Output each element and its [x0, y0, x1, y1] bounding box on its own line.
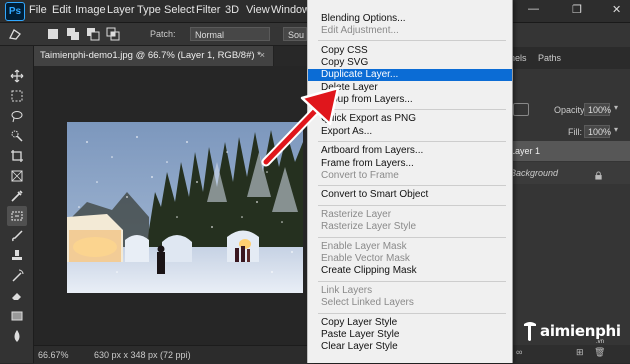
menu-item-group-from-layers[interactable]: Group from Layers... — [308, 94, 512, 106]
lock-icon — [594, 167, 603, 185]
patch-tool-active-icon[interactable] — [7, 206, 27, 226]
layer-row-layer1[interactable]: Layer 1 — [508, 141, 630, 161]
menu-item-blending-options[interactable]: Blending Options... — [308, 13, 512, 25]
eraser-tool-icon[interactable] — [7, 286, 27, 306]
menu-item-frame-from-layers[interactable]: Frame from Layers... — [308, 158, 512, 170]
menu-separator — [318, 236, 506, 238]
layer-name: Background — [510, 168, 559, 178]
fill-label: Fill: — [568, 127, 582, 137]
eyedropper-tool-icon[interactable] — [7, 186, 27, 206]
add-selection-icon[interactable] — [66, 27, 80, 41]
delete-layer-icon[interactable]: 🗑 — [594, 347, 605, 358]
marquee-tool-icon[interactable] — [7, 86, 27, 106]
layers-panel: nels Paths Opacity: 100% ▾ Fill: 100% ▾ … — [508, 23, 630, 363]
layer-context-menu: Blending Options... Edit Adjustment... Cop… — [307, 0, 513, 363]
menu-filter[interactable]: Filter — [196, 4, 220, 16]
menu-3d[interactable]: 3D — [225, 4, 239, 16]
close-window-button[interactable]: ✕ — [612, 3, 621, 16]
crop-tool-icon[interactable] — [7, 146, 27, 166]
gradient-tool-icon[interactable] — [7, 306, 27, 326]
panel-tab-strip: nels Paths — [508, 47, 630, 69]
menu-separator — [318, 204, 506, 206]
menu-separator — [318, 40, 506, 42]
menu-item-rasterize-layer[interactable]: Rasterize Layer — [308, 209, 512, 221]
menu-item-link-layers[interactable]: Link Layers — [308, 285, 512, 297]
opacity-label: Opacity: — [554, 105, 588, 115]
menu-separator — [318, 312, 506, 314]
tools-panel — [0, 46, 34, 363]
menu-item-copy-svg[interactable]: Copy SVG — [308, 57, 512, 69]
patch-mode-select[interactable]: Normal — [190, 27, 270, 41]
frame-tool-icon[interactable] — [7, 166, 27, 186]
lasso-tool-icon[interactable] — [7, 106, 27, 126]
menu-separator — [318, 140, 506, 142]
menu-item-convert-to-frame[interactable]: Convert to Frame — [308, 170, 512, 182]
menu-file[interactable]: File — [29, 4, 47, 16]
document-tab[interactable]: Taimienphi-demo1.jpg @ 66.7% (Layer 1, R… — [34, 46, 274, 66]
status-bar: 66.67% 630 px x 348 px (72 ppi) — [34, 345, 314, 364]
menu-layer[interactable]: Layer — [107, 4, 135, 16]
clone-stamp-tool-icon[interactable] — [7, 246, 27, 266]
menu-view[interactable]: View — [246, 4, 270, 16]
menu-item-edit-adjustment[interactable]: Edit Adjustment... — [308, 25, 512, 37]
document-title: Taimienphi-demo1.jpg @ 66.7% (Layer 1, R… — [40, 50, 261, 61]
subtract-selection-icon[interactable] — [86, 27, 100, 41]
taimienphi-watermark: aimienphi .vn — [520, 318, 630, 346]
close-document-button[interactable]: × — [259, 46, 265, 66]
new-layer-icon[interactable]: ⊞ — [576, 347, 584, 358]
menu-item-enable-vector-mask[interactable]: Enable Vector Mask — [308, 253, 512, 265]
menu-separator — [318, 108, 506, 110]
new-selection-icon[interactable] — [46, 27, 60, 41]
watermark-text: aimienphi — [540, 322, 621, 340]
photoshop-logo: Ps — [5, 2, 25, 21]
menu-item-duplicate-layer[interactable]: Duplicate Layer... — [308, 69, 512, 82]
fill-dropdown-icon[interactable]: ▾ — [614, 125, 618, 134]
menu-item-paste-layer-style[interactable]: Paste Layer Style — [308, 329, 512, 341]
menu-separator — [318, 184, 506, 186]
layer-name: Layer 1 — [510, 146, 541, 156]
menu-image[interactable]: Image — [75, 4, 106, 16]
snow-village-photo[interactable] — [67, 122, 303, 293]
restore-button[interactable]: ❐ — [572, 3, 582, 16]
menu-item-select-linked-layers[interactable]: Select Linked Layers — [308, 297, 512, 309]
menu-item-export-as[interactable]: Export As... — [308, 126, 512, 138]
layer-filter-icon[interactable] — [513, 103, 529, 116]
tab-paths[interactable]: Paths — [538, 53, 561, 63]
quick-selection-tool-icon[interactable] — [7, 126, 27, 146]
history-brush-tool-icon[interactable] — [7, 266, 27, 286]
minimize-button[interactable]: — — [528, 3, 539, 15]
opacity-field[interactable]: 100% — [584, 103, 611, 116]
move-tool-icon[interactable] — [7, 66, 27, 86]
link-layers-icon[interactable]: ∞ — [516, 347, 522, 357]
menu-item-create-clipping-mask[interactable]: Create Clipping Mask — [308, 265, 512, 277]
menu-select[interactable]: Select — [164, 4, 195, 16]
menu-type[interactable]: Type — [137, 4, 161, 16]
menu-item-clear-layer-style[interactable]: Clear Layer Style — [308, 341, 512, 353]
menu-item-artboard-from-layers[interactable]: Artboard from Layers... — [308, 145, 512, 157]
menu-item-delete-layer[interactable]: Delete Layer — [308, 82, 512, 94]
zoom-level[interactable]: 66.67% — [38, 350, 69, 360]
menu-item-enable-layer-mask[interactable]: Enable Layer Mask — [308, 241, 512, 253]
blur-tool-icon[interactable] — [7, 326, 27, 346]
menu-item-convert-to-smart-object[interactable]: Convert to Smart Object — [308, 189, 512, 201]
patch-label: Patch: — [150, 29, 176, 39]
patch-tool-icon[interactable] — [8, 27, 22, 41]
opacity-dropdown-icon[interactable]: ▾ — [614, 103, 618, 112]
menu-window[interactable]: Window — [271, 4, 310, 16]
menu-separator — [318, 280, 506, 282]
brush-tool-icon[interactable] — [7, 226, 27, 246]
intersect-selection-icon[interactable] — [106, 27, 120, 41]
menu-item-copy-css[interactable]: Copy CSS — [308, 45, 512, 57]
watermark-domain: .vn — [596, 339, 605, 345]
fill-field[interactable]: 100% — [584, 125, 611, 138]
menu-item-quick-export-as-png[interactable]: Quick Export as PNG — [308, 113, 512, 125]
layer-row-background[interactable]: Background — [508, 162, 630, 184]
panel-footer: ∞ ⊞ 🗑 — [508, 345, 630, 363]
menu-edit[interactable]: Edit — [52, 4, 71, 16]
source-button[interactable]: Sou — [283, 27, 307, 41]
menu-item-rasterize-layer-style[interactable]: Rasterize Layer Style — [308, 221, 512, 233]
menu-item-copy-layer-style[interactable]: Copy Layer Style — [308, 317, 512, 329]
taimienphi-logo-icon — [524, 322, 536, 341]
document-size-info: 630 px x 348 px (72 ppi) — [94, 350, 191, 360]
